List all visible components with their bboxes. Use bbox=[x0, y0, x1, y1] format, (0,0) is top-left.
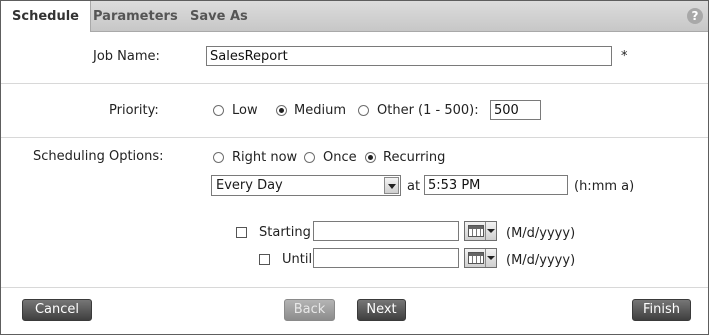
next-button[interactable]: Next bbox=[357, 299, 406, 321]
divider bbox=[1, 137, 708, 138]
until-date-input[interactable] bbox=[313, 248, 459, 268]
starting-checkbox[interactable] bbox=[236, 227, 247, 238]
chevron-down-icon bbox=[485, 249, 496, 267]
back-button[interactable]: Back bbox=[284, 299, 335, 321]
until-checkbox[interactable] bbox=[259, 254, 270, 265]
schedule-right-now-radio[interactable] bbox=[213, 152, 224, 163]
calendar-icon bbox=[468, 225, 484, 237]
priority-medium-label: Medium bbox=[294, 103, 346, 118]
finish-button[interactable]: Finish bbox=[632, 299, 691, 321]
schedule-once-label: Once bbox=[323, 150, 357, 165]
priority-low-radio[interactable] bbox=[213, 105, 224, 116]
priority-low-label: Low bbox=[232, 103, 258, 118]
until-label: Until bbox=[282, 252, 313, 267]
frequency-selected-value: Every Day bbox=[216, 178, 283, 193]
priority-label: Priority: bbox=[109, 103, 159, 118]
starting-date-input[interactable] bbox=[313, 221, 459, 241]
schedule-once-radio[interactable] bbox=[304, 152, 315, 163]
job-name-label: Job Name: bbox=[93, 49, 160, 64]
job-name-input[interactable] bbox=[206, 46, 612, 66]
footer: Cancel Back Next Finish bbox=[1, 287, 708, 335]
starting-calendar-button[interactable] bbox=[464, 221, 497, 241]
help-icon[interactable]: ? bbox=[687, 8, 703, 24]
schedule-recurring-label: Recurring bbox=[383, 150, 446, 165]
scheduling-options-label: Scheduling Options: bbox=[33, 149, 164, 164]
priority-medium-radio[interactable] bbox=[276, 105, 287, 116]
schedule-dialog: Schedule Parameters Save As ? Job Name: … bbox=[0, 0, 709, 335]
chevron-down-icon bbox=[485, 222, 496, 240]
priority-other-radio[interactable] bbox=[358, 105, 369, 116]
priority-other-label: Other (1 - 500): bbox=[377, 103, 479, 118]
cancel-button[interactable]: Cancel bbox=[22, 299, 92, 321]
starting-format-hint: (M/d/yyyy) bbox=[506, 226, 576, 241]
time-input[interactable] bbox=[424, 175, 568, 195]
chevron-down-icon[interactable] bbox=[384, 177, 399, 194]
schedule-recurring-radio[interactable] bbox=[365, 152, 376, 163]
priority-other-input[interactable] bbox=[490, 100, 541, 120]
time-format-hint: (h:mm a) bbox=[574, 179, 635, 194]
at-label: at bbox=[407, 179, 421, 194]
divider bbox=[1, 83, 708, 84]
schedule-right-now-label: Right now bbox=[232, 150, 298, 165]
required-indicator: * bbox=[621, 49, 628, 64]
calendar-icon bbox=[468, 252, 484, 264]
starting-label: Starting bbox=[259, 225, 311, 240]
until-format-hint: (M/d/yyyy) bbox=[506, 253, 576, 268]
tab-save-as[interactable]: Save As bbox=[179, 1, 259, 31]
tab-bar: Schedule Parameters Save As ? bbox=[1, 1, 708, 32]
tab-schedule[interactable]: Schedule bbox=[1, 1, 91, 32]
frequency-select[interactable]: Every Day bbox=[211, 175, 401, 196]
tab-parameters[interactable]: Parameters bbox=[82, 1, 189, 31]
until-calendar-button[interactable] bbox=[464, 248, 497, 268]
